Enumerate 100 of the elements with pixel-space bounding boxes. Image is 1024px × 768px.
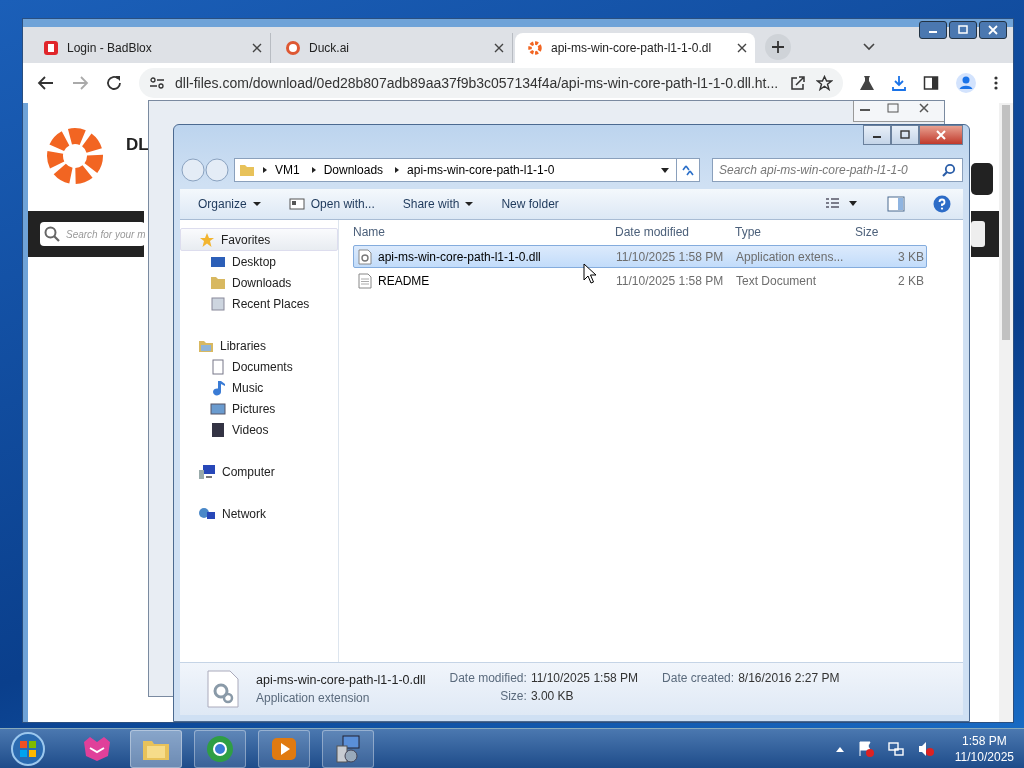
column-header[interactable]: Name (353, 225, 615, 239)
chevron-icon[interactable] (309, 166, 318, 174)
nav-item-icon (210, 400, 226, 417)
nav-item-icon (210, 421, 226, 438)
nav-item[interactable]: Favorites (180, 228, 338, 251)
dropdown-icon[interactable] (660, 166, 670, 174)
network-icon[interactable] (886, 739, 905, 758)
network-icon (198, 505, 216, 522)
close-button[interactable] (979, 21, 1007, 39)
close-tab-icon[interactable] (252, 43, 262, 53)
maximize-button[interactable] (891, 125, 919, 145)
plus-icon (771, 40, 785, 54)
download-icon[interactable] (891, 75, 907, 91)
close-tab-icon[interactable] (737, 43, 747, 53)
toolbar-button[interactable]: Open with... (288, 197, 375, 211)
column-header[interactable]: Size (855, 225, 925, 239)
refresh-icon (681, 164, 695, 176)
clock[interactable]: 1:58 PM 11/10/2025 (954, 732, 1014, 765)
nav-item-icon (210, 295, 226, 312)
nav-item[interactable]: Recent Places (180, 293, 338, 314)
nav-item-icon (210, 358, 226, 375)
profile-avatar-icon[interactable] (955, 72, 977, 94)
nav-item[interactable]: Pictures (180, 398, 338, 419)
details-label: Date created: (662, 671, 735, 685)
nav-item[interactable]: Documents (180, 356, 338, 377)
help-icon[interactable] (933, 195, 951, 213)
toolbar-button[interactable]: Organize (198, 197, 261, 211)
chevron-icon[interactable] (261, 166, 269, 174)
maximize-icon (957, 25, 969, 35)
details-file-name: api-ms-win-core-path-l1-1-0.dll (256, 673, 426, 687)
browser-tab[interactable]: api-ms-win-core-path-l1-1-0.dl (515, 33, 755, 63)
taskbar-app-button[interactable] (194, 729, 246, 768)
breadcrumb-item[interactable]: api-ms-win-core-path-l1-1-0 (407, 163, 555, 177)
open-with-icon (288, 198, 305, 210)
file-name: README (378, 273, 430, 288)
start-button[interactable] (10, 730, 46, 767)
reload-icon[interactable] (105, 74, 123, 92)
side-panel-icon[interactable] (923, 75, 939, 91)
address-field[interactable]: VM1 Downloads api-ms-win-core-path-l1-1-0 (234, 158, 700, 182)
taskbar-app-button[interactable] (322, 729, 374, 768)
nav-item[interactable]: Network (180, 503, 338, 524)
computer-setup-icon (333, 733, 363, 764)
breadcrumb-item[interactable]: Downloads (323, 163, 384, 177)
toolbar-button[interactable]: New folder (501, 197, 559, 211)
text-file-icon (358, 272, 372, 289)
view-options-icon[interactable] (825, 197, 859, 211)
file-row[interactable]: api-ms-win-core-path-l1-1-0.dll 11/10/2025 1:58 PM Application extens... 3 KB (353, 245, 927, 268)
clock-date: 11/10/2025 (954, 748, 1014, 765)
file-size: 2 KB (897, 273, 925, 288)
mouse-pointer-icon (583, 263, 597, 285)
maximize-icon (899, 130, 911, 140)
scrollbar[interactable] (999, 103, 1013, 722)
toolbar-button[interactable]: Share with (402, 197, 474, 211)
nav-item[interactable]: Computer (180, 461, 338, 482)
taskbar-app-button[interactable] (258, 729, 310, 768)
file-row[interactable]: README 11/10/2025 1:58 PM Text Document 2 KB (353, 269, 927, 292)
details-label: Size: (499, 689, 527, 703)
favicon-icon (43, 40, 59, 56)
computer-icon (198, 463, 216, 480)
site-settings-icon[interactable] (149, 76, 165, 90)
page-button[interactable] (971, 163, 993, 195)
file-date: 11/10/2025 1:58 PM (616, 273, 725, 288)
nav-item[interactable]: Desktop (180, 251, 338, 272)
column-header[interactable]: Type (735, 225, 855, 239)
flask-icon[interactable] (859, 75, 875, 91)
clock-time: 1:58 PM (962, 732, 1007, 749)
breadcrumb-item[interactable]: VM1 (275, 163, 300, 177)
file-date: 11/10/2025 1:58 PM (616, 249, 725, 264)
app-logo-icon (82, 735, 112, 762)
details-value: 3.00 KB (530, 689, 575, 703)
details-value: 8/16/2016 2:27 PM (738, 671, 840, 685)
menu-icon[interactable] (993, 75, 999, 91)
minimize-button[interactable] (863, 125, 891, 145)
back-icon[interactable] (37, 75, 55, 91)
nav-item[interactable]: Libraries (180, 335, 338, 356)
file-size: 3 KB (897, 249, 925, 264)
file-type: Application extens... (736, 249, 845, 264)
flag-error-icon[interactable] (856, 739, 875, 758)
share-icon[interactable] (790, 75, 806, 91)
nav-item[interactable]: Videos (180, 419, 338, 440)
close-icon (987, 25, 999, 35)
page-bar (971, 211, 999, 257)
bookmark-star-icon[interactable] (816, 75, 833, 91)
close-tab-icon[interactable] (494, 43, 504, 53)
taskbar-app-button[interactable] (130, 729, 182, 768)
dll-file-icon (358, 248, 372, 265)
address-bar[interactable]: dll-files.com/download/0ed28b807adb89aa37f9b3c057134f4a/api-ms-win-core-path-l1-1-0.dll.ht... (139, 68, 843, 98)
nav-item[interactable]: Music (180, 377, 338, 398)
star-icon (199, 231, 215, 248)
nav-item[interactable]: Downloads (180, 272, 338, 293)
gear-icon (527, 40, 543, 56)
search-field[interactable]: Search api-ms-win-core-path-l1-1-0 (712, 158, 963, 182)
maximize-button[interactable] (949, 21, 977, 39)
site-logo-text: DL (126, 135, 149, 155)
minimize-button[interactable] (919, 21, 947, 39)
column-header[interactable]: Date modified (615, 225, 735, 239)
search-icon (44, 226, 60, 242)
new-tab-button[interactable] (765, 34, 791, 60)
nav-item-icon (210, 274, 226, 291)
globe-icon (205, 733, 235, 764)
